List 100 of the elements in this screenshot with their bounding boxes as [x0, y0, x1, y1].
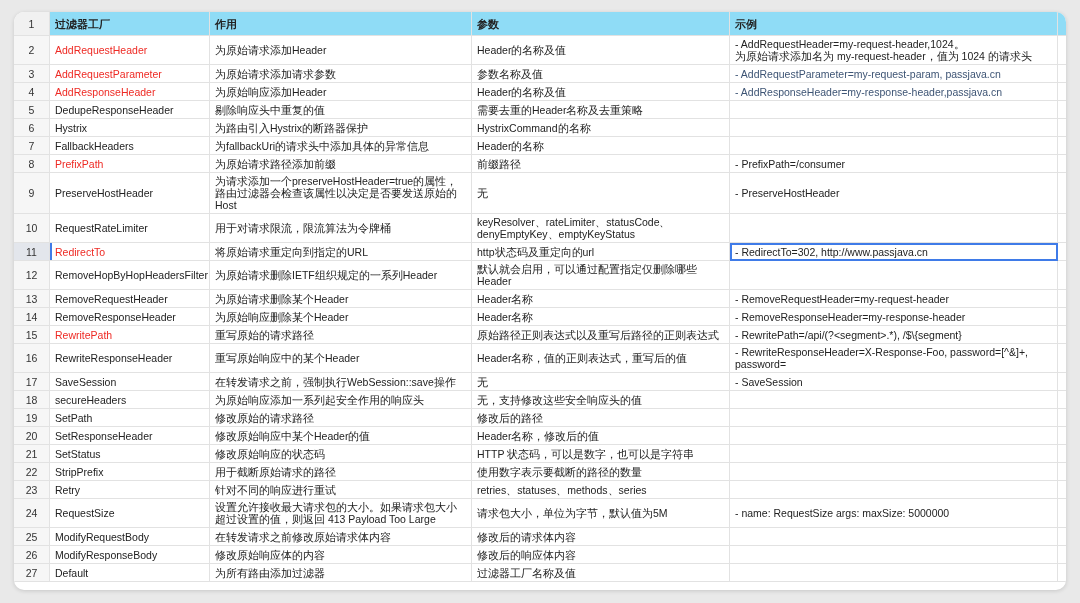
table-cell: RemoveHopByHopHeadersFilter [50, 261, 210, 290]
table-cell[interactable] [730, 564, 1058, 582]
table-cell: 使用数字表示要截断的路径的数量 [472, 463, 730, 481]
table-cell: 默认就会启用，可以通过配置指定仅删除哪些Header [472, 261, 730, 290]
table-cell: 为原始响应删除某个Header [210, 308, 472, 326]
table-cell[interactable]: - RedirectTo=302, http://www.passjava.cn [730, 243, 1058, 261]
table-cell: Default [50, 564, 210, 582]
table-cell: 用于对请求限流，限流算法为令牌桶 [210, 214, 472, 243]
table-cell: 修改后的路径 [472, 409, 730, 427]
row-number: 14 [14, 308, 50, 326]
table-cell: SetResponseHeader [50, 427, 210, 445]
table-cell: 为fallbackUri的请求头中添加具体的异常信息 [210, 137, 472, 155]
table-cell: Header的名称及值 [472, 36, 730, 65]
table-cell[interactable]: - PreserveHostHeader [730, 173, 1058, 214]
table-cell[interactable] [730, 528, 1058, 546]
row-number: 10 [14, 214, 50, 243]
row-number: 18 [14, 391, 50, 409]
row-number: 13 [14, 290, 50, 308]
table-cell: RemoveResponseHeader [50, 308, 210, 326]
table-cell[interactable] [730, 481, 1058, 499]
table-cell: keyResolver、rateLimiter、statusCode、denyEmptyKey、emptyKeyStatus [472, 214, 730, 243]
table-cell[interactable]: - name: RequestSize args: maxSize: 5000000 [730, 499, 1058, 528]
table-cell[interactable] [730, 445, 1058, 463]
row-number: 23 [14, 481, 50, 499]
row-number: 21 [14, 445, 50, 463]
table-cell[interactable] [730, 137, 1058, 155]
column-header: 过滤器工厂 [50, 12, 210, 36]
column-header: 参数 [472, 12, 730, 36]
table-cell[interactable]: - AddResponseHeader=my-response-header,passjava.cn [730, 83, 1058, 101]
table-cell: 参数名称及值 [472, 65, 730, 83]
table-cell: StripPrefix [50, 463, 210, 481]
table-cell: 为所有路由添加过滤器 [210, 564, 472, 582]
table-cell: 剔除响应头中重复的值 [210, 101, 472, 119]
table-cell: 为原始请求删除IETF组织规定的一系列Header [210, 261, 472, 290]
table-cell: 修改后的响应体内容 [472, 546, 730, 564]
table-cell: 用于截断原始请求的路径 [210, 463, 472, 481]
table-cell[interactable]: - SaveSession [730, 373, 1058, 391]
table-cell: RewritePath [50, 326, 210, 344]
table-cell[interactable] [730, 119, 1058, 137]
table-cell[interactable] [730, 427, 1058, 445]
table-cell[interactable] [730, 546, 1058, 564]
table-cell[interactable]: - RemoveRequestHeader=my-request-header [730, 290, 1058, 308]
row-number: 26 [14, 546, 50, 564]
table-cell: RequestRateLimiter [50, 214, 210, 243]
table-cell: SetStatus [50, 445, 210, 463]
row-number: 17 [14, 373, 50, 391]
table-cell: RequestSize [50, 499, 210, 528]
table-cell: Header名称 [472, 308, 730, 326]
row-number: 7 [14, 137, 50, 155]
row-number: 4 [14, 83, 50, 101]
table-cell[interactable] [730, 391, 1058, 409]
table-cell: 需要去重的Header名称及去重策略 [472, 101, 730, 119]
table-cell[interactable] [730, 463, 1058, 481]
row-number: 9 [14, 173, 50, 214]
column-header: 作用 [210, 12, 472, 36]
table-cell: 为原始响应添加Header [210, 83, 472, 101]
table-cell: SaveSession [50, 373, 210, 391]
table-cell: 为请求添加一个preserveHostHeader=true的属性，路由过滤器会检查该属性以决定是否要发送原始的Host [210, 173, 472, 214]
table-cell: 无，支持修改这些安全响应头的值 [472, 391, 730, 409]
table-cell: retries、statuses、methods、series [472, 481, 730, 499]
row-number: 22 [14, 463, 50, 481]
table-cell: 过滤器工厂名称及值 [472, 564, 730, 582]
table-cell: AddResponseHeader [50, 83, 210, 101]
row-number: 3 [14, 65, 50, 83]
table-cell: 修改原始响应体的内容 [210, 546, 472, 564]
row-number: 25 [14, 528, 50, 546]
row-number: 24 [14, 499, 50, 528]
table-cell: 为原始请求删除某个Header [210, 290, 472, 308]
row-number: 11 [14, 243, 50, 261]
table-cell[interactable] [730, 409, 1058, 427]
table-cell: Hystrix [50, 119, 210, 137]
table-cell: 为原始请求路径添加前缀 [210, 155, 472, 173]
table-cell[interactable]: - AddRequestParameter=my-request-param, passjava.cn [730, 65, 1058, 83]
row-number: 27 [14, 564, 50, 582]
table-cell[interactable] [730, 214, 1058, 243]
table-cell: 在转发请求之前修改原始请求体内容 [210, 528, 472, 546]
row-number: 8 [14, 155, 50, 173]
table-cell: PreserveHostHeader [50, 173, 210, 214]
table-cell: Header名称，修改后的值 [472, 427, 730, 445]
table-cell: 在转发请求之前，强制执行WebSession::save操作 [210, 373, 472, 391]
table-cell[interactable]: - RewriteResponseHeader=X-Response-Foo, password=[^&]+, password= [730, 344, 1058, 373]
table-cell: Retry [50, 481, 210, 499]
table-cell[interactable]: - RemoveResponseHeader=my-response-header [730, 308, 1058, 326]
table-cell: 为原始请求添加Header [210, 36, 472, 65]
table-cell: PrefixPath [50, 155, 210, 173]
table-cell: AddRequestParameter [50, 65, 210, 83]
table-cell[interactable]: - AddRequestHeader=my-request-header,1024。 为原始请求添加名为 my-request-header，值为 1024 的请求头 [730, 36, 1058, 65]
table-cell: 修改原始的请求路径 [210, 409, 472, 427]
table-cell: AddRequestHeader [50, 36, 210, 65]
row-number: 5 [14, 101, 50, 119]
table-cell: RemoveRequestHeader [50, 290, 210, 308]
table-cell[interactable]: - RewritePath=/api/(?<segment>.*), /$\{segment} [730, 326, 1058, 344]
table-cell: secureHeaders [50, 391, 210, 409]
table-cell: 修改原始响应的状态码 [210, 445, 472, 463]
row-number: 15 [14, 326, 50, 344]
table-cell[interactable]: - PrefixPath=/consumer [730, 155, 1058, 173]
table-cell[interactable] [730, 261, 1058, 290]
table-cell: 无 [472, 373, 730, 391]
table-cell: 为原始响应添加一系列起安全作用的响应头 [210, 391, 472, 409]
table-cell[interactable] [730, 101, 1058, 119]
